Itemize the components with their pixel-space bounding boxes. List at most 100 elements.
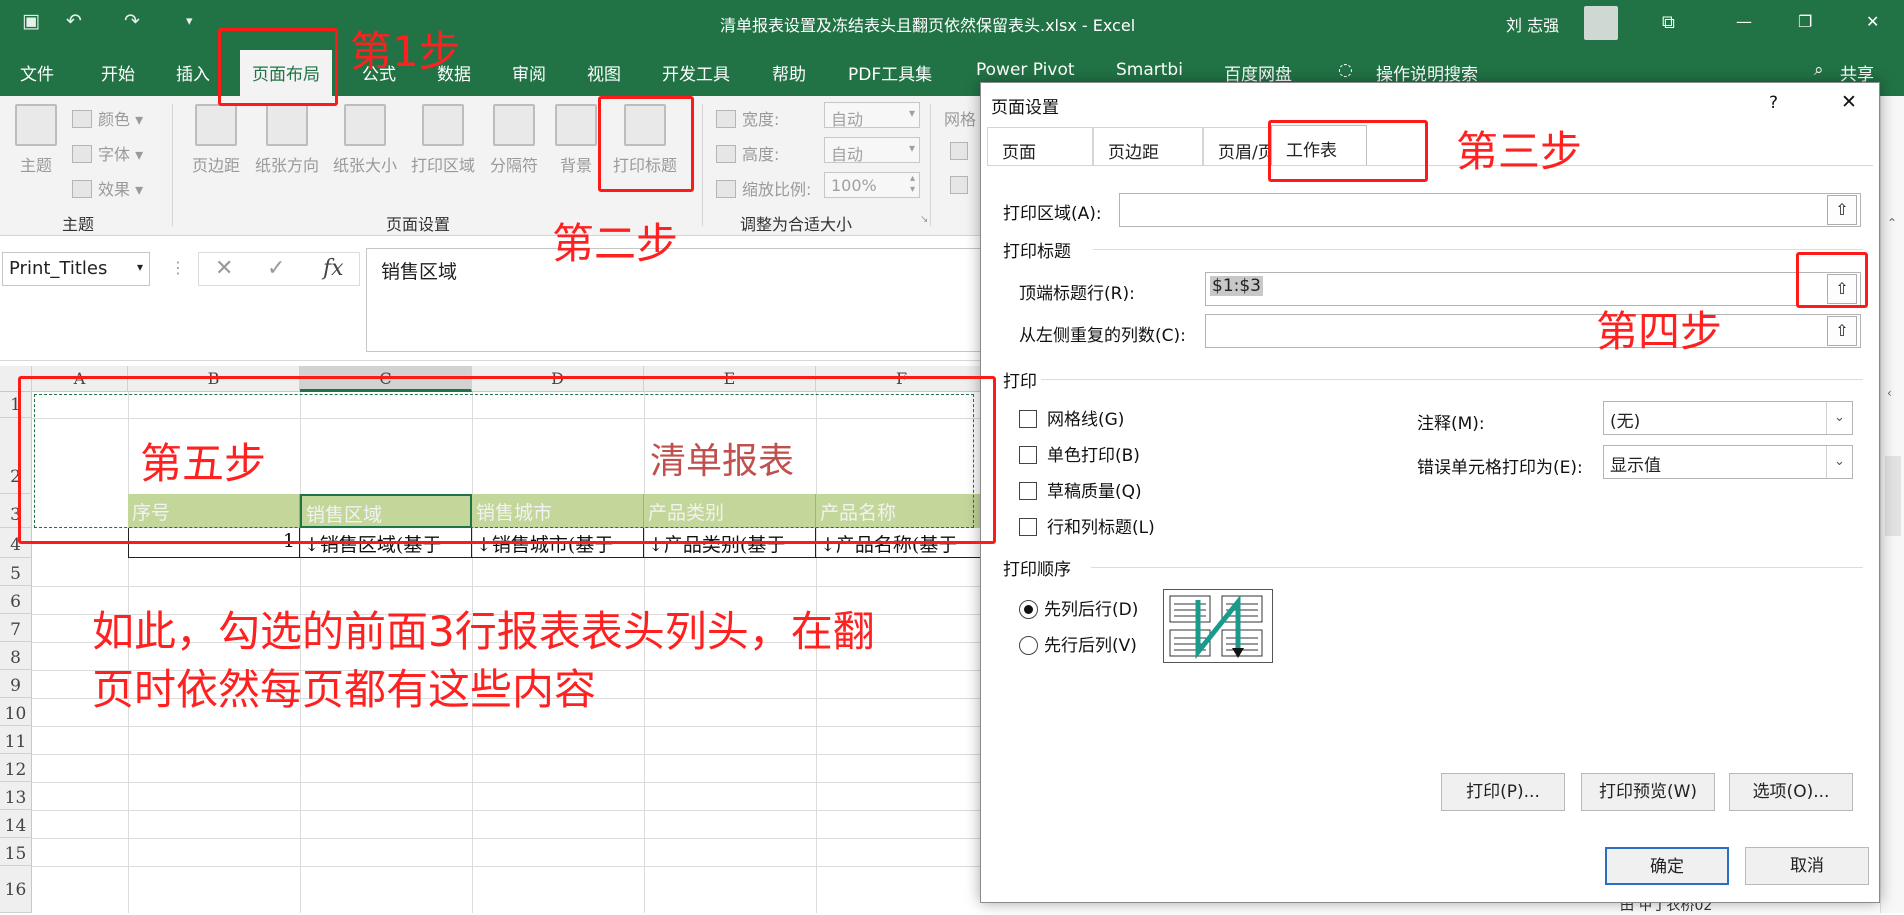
down-then-over-radio[interactable]: 先列后行(D) (1019, 595, 1138, 620)
spinner-icon: ▴ ▾ (909, 173, 915, 195)
tab-page[interactable]: 页面 (987, 127, 1093, 165)
tab-review[interactable]: 审阅 (512, 60, 546, 85)
tab-smartbi[interactable]: Smartbi (1116, 60, 1183, 80)
tab-file[interactable]: 文件 (20, 60, 54, 85)
print-button[interactable]: 打印(P)... (1441, 773, 1565, 811)
tab-strip-line (987, 165, 1873, 166)
cancel-button[interactable]: 取消 (1745, 847, 1869, 885)
fonts-button[interactable]: 字体 ▾ (72, 141, 143, 165)
help-icon[interactable]: ? (1769, 93, 1778, 113)
tab-power-pivot[interactable]: Power Pivot (976, 60, 1075, 80)
formula-input[interactable]: 销售区域 (366, 248, 994, 352)
tab-developer[interactable]: 开发工具 (662, 60, 730, 85)
customize-qat-icon[interactable]: ▾ (186, 14, 193, 29)
height-select[interactable]: 自动 ▾ (824, 137, 920, 164)
tab-help[interactable]: 帮助 (772, 60, 806, 85)
themes-button[interactable]: 主题 (12, 104, 60, 176)
dialog-close-icon[interactable]: ✕ (1841, 91, 1857, 113)
step2-highlight (598, 96, 694, 192)
effects-button[interactable]: 效果 ▾ (72, 176, 143, 200)
explanation-line1: 如此，勾选的前面3行报表表头列头，在翻 (92, 607, 875, 656)
collapse-dialog-icon[interactable]: ⇧ (1827, 195, 1857, 225)
size-button[interactable]: 纸张大小 (328, 104, 402, 176)
close-window-icon[interactable]: ✕ (1866, 12, 1879, 31)
orientation-button[interactable]: 纸张方向 (250, 104, 324, 176)
row-header[interactable]: 5 (0, 558, 32, 586)
redo-icon[interactable]: ↷ (124, 10, 140, 32)
restore-icon[interactable]: ❐ (1798, 12, 1812, 31)
ok-button[interactable]: 确定 (1605, 847, 1729, 885)
margins-button[interactable]: 页边距 (186, 104, 246, 176)
width-select[interactable]: 自动 ▾ (824, 102, 920, 129)
page-setup-dialog: 页面设置 ? ✕ 页面 页边距 页眉/页脚 工作表 打印区域(A): ⇧ 打印标… (980, 82, 1880, 903)
print-heading: 打印 (1003, 372, 1037, 392)
rows-to-repeat-input[interactable]: $1:$3 (1205, 272, 1861, 306)
breaks-button[interactable]: 分隔符 (484, 104, 544, 176)
print-titles-heading: 打印标题 (1003, 242, 1071, 262)
row-header[interactable]: 16 (0, 866, 32, 913)
ribbon-display-icon[interactable]: ⧉ (1662, 12, 1675, 33)
gridlines-view-checkbox[interactable] (950, 142, 974, 161)
row-header[interactable]: 10 (0, 698, 32, 726)
fonts-icon (72, 145, 92, 163)
options-button[interactable]: 选项(O)... (1729, 773, 1853, 811)
row-header[interactable]: 12 (0, 754, 32, 782)
side-panel: ⌃ ‹ (1880, 96, 1904, 913)
chevron-down-icon: ▾ (908, 106, 915, 120)
gridline (32, 754, 985, 755)
chevron-down-icon: ▾ (908, 141, 915, 155)
row-header[interactable]: 13 (0, 782, 32, 810)
search-icon: ⌕ (1814, 60, 1824, 80)
scale-spinner[interactable]: 100% ▴ ▾ (824, 172, 920, 198)
cols-to-repeat-input[interactable] (1205, 314, 1861, 348)
row-header[interactable]: 14 (0, 810, 32, 838)
scroll-up-icon[interactable]: ⌃ (1887, 216, 1897, 230)
scale-icon (716, 180, 736, 198)
colors-button[interactable]: 颜色 ▾ (72, 106, 143, 130)
minimize-icon[interactable]: — (1736, 12, 1752, 31)
row-header[interactable]: 8 (0, 642, 32, 670)
avatar[interactable] (1584, 6, 1618, 40)
row-col-headings-checkbox[interactable]: 行和列标题(L) (1019, 513, 1155, 538)
save-icon[interactable]: ▣ (22, 10, 40, 32)
row-header[interactable]: 9 (0, 670, 32, 698)
row-header[interactable]: 15 (0, 838, 32, 866)
name-box[interactable]: Print_Titles ▾ (2, 252, 150, 286)
tab-insert[interactable]: 插入 (176, 60, 210, 85)
over-then-down-radio[interactable]: 先行后列(V) (1019, 631, 1137, 656)
print-area-input[interactable] (1119, 193, 1861, 227)
gridlines-print-checkbox[interactable] (950, 176, 974, 195)
collapse-dialog-icon[interactable]: ⇧ (1827, 316, 1857, 346)
gridlines-checkbox[interactable]: 网格线(G) (1019, 405, 1124, 430)
lightbulb-icon: ◌ (1338, 60, 1353, 80)
scrollbar-thumb[interactable] (1885, 456, 1901, 536)
insert-function-icon[interactable]: fx (323, 256, 344, 281)
background-button[interactable]: 背景 (548, 104, 604, 176)
print-area-button[interactable]: 打印区域 (406, 104, 480, 176)
divider (702, 104, 703, 226)
more-icon: ⋮ (170, 258, 186, 277)
print-preview-button[interactable]: 打印预览(W) (1581, 773, 1715, 811)
divider (930, 104, 931, 226)
chevron-left-icon[interactable]: ‹ (1887, 386, 1892, 400)
row-header[interactable]: 7 (0, 614, 32, 642)
cell-errors-select[interactable]: 显示值 ⌄ (1603, 445, 1853, 479)
print-area-icon (422, 104, 464, 146)
cancel-icon[interactable]: ✕ (215, 256, 233, 281)
dialog-launcher-icon[interactable]: ↘ (920, 214, 928, 225)
step3-highlight (1268, 120, 1428, 182)
comments-select[interactable]: (无) ⌄ (1603, 401, 1853, 435)
comments-label: 注释(M): (1417, 414, 1485, 434)
gridline (32, 838, 985, 839)
tab-home[interactable]: 开始 (101, 60, 135, 85)
tab-margins[interactable]: 页边距 (1093, 127, 1203, 165)
draft-quality-checkbox[interactable]: 草稿质量(Q) (1019, 477, 1142, 502)
tab-pdf-tools[interactable]: PDF工具集 (848, 60, 932, 85)
enter-icon[interactable]: ✓ (267, 256, 285, 281)
tab-view[interactable]: 视图 (587, 60, 621, 85)
cols-to-repeat-label: 从左侧重复的列数(C): (1019, 326, 1186, 346)
undo-icon[interactable]: ↶ (66, 10, 82, 32)
black-white-checkbox[interactable]: 单色打印(B) (1019, 441, 1140, 466)
row-header[interactable]: 11 (0, 726, 32, 754)
row-header[interactable]: 6 (0, 586, 32, 614)
